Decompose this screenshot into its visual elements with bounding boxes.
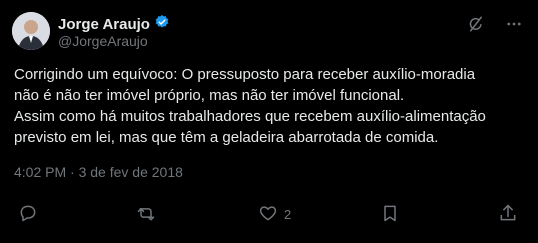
reply-icon: [18, 203, 38, 226]
tweet-text: Corrigindo um equívoco: O pressuposto pa…: [14, 66, 486, 146]
heart-icon: [258, 203, 278, 226]
avatar-image: [12, 12, 50, 50]
verified-badge-icon: [154, 14, 170, 35]
reply-button[interactable]: [18, 203, 44, 226]
action-bar: 2: [0, 203, 538, 231]
author-handle[interactable]: @JorgeAraujo: [58, 33, 148, 49]
like-button[interactable]: 2: [258, 203, 291, 226]
author-name[interactable]: Jorge Araujo: [58, 16, 150, 33]
author-name-row[interactable]: Jorge Araujo: [58, 14, 170, 35]
retweet-button[interactable]: [136, 203, 162, 226]
bookmark-button[interactable]: [380, 203, 400, 226]
grok-icon[interactable]: [466, 14, 486, 34]
share-button[interactable]: [498, 203, 524, 226]
avatar[interactable]: [12, 12, 50, 50]
bookmark-icon: [380, 203, 400, 226]
share-icon: [498, 203, 518, 226]
tweet-timestamp[interactable]: 4:02 PM · 3 de fev de 2018: [14, 164, 183, 180]
retweet-icon: [136, 203, 156, 226]
like-count: 2: [284, 207, 292, 222]
more-icon[interactable]: [504, 14, 524, 34]
